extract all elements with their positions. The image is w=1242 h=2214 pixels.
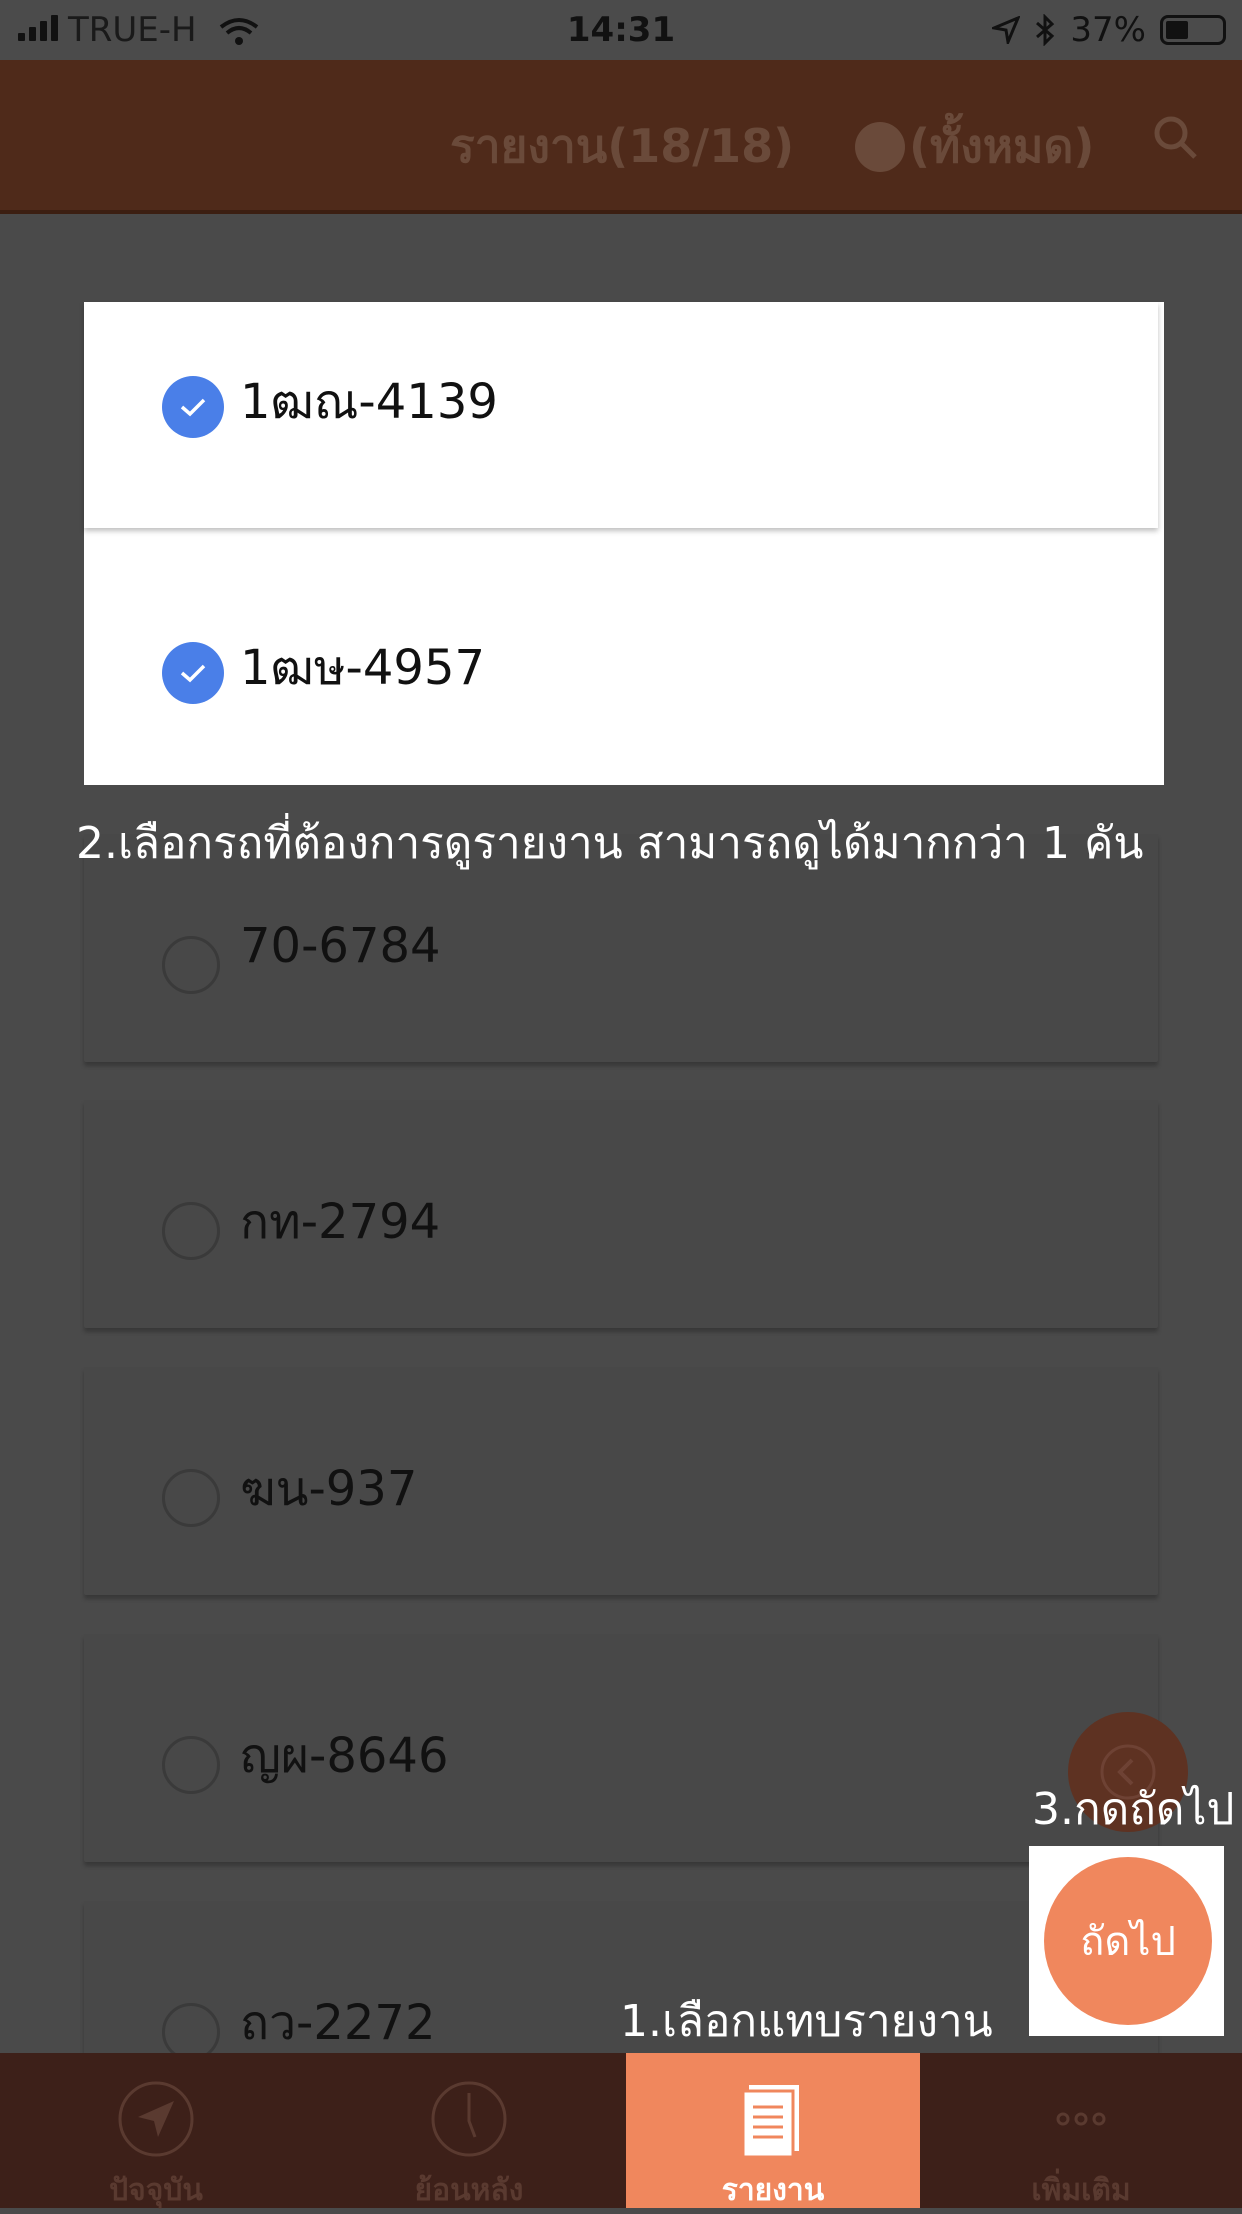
more-dots-icon	[1056, 2112, 1106, 2126]
bluetooth-icon	[1036, 14, 1055, 46]
location-icon	[992, 16, 1021, 44]
tab-label: รายงาน	[721, 2173, 825, 2208]
vehicle-card-selected[interactable]: 1ฒณ-4139	[84, 302, 1158, 528]
next-button[interactable]: ถัดไป	[1044, 1857, 1212, 2025]
tutorial-step-1: 1.เลือกแทบรายงาน	[620, 1996, 993, 2047]
tutorial-step-2: 2.เลือกรถที่ต้องการดูรายงาน สามารถดูได้ม…	[76, 818, 1144, 869]
vehicle-plate: กท-2794	[240, 1194, 441, 1250]
vehicle-plate: 1ฒณ-4139	[240, 374, 498, 430]
vehicle-card[interactable]: ฆน-937	[84, 1367, 1158, 1595]
tab-more[interactable]: เพิ่มเติม	[920, 2053, 1242, 2208]
radio-button[interactable]	[162, 1736, 220, 1794]
page-title: รายงาน(18/18)	[450, 119, 795, 173]
checked-icon[interactable]	[162, 376, 224, 438]
bottom-tab-bar: ปัจจุบัน ย้อนหลัง รายงาน เพิ่มเติม	[0, 2053, 1242, 2208]
tab-label: เพิ่มเติม	[1031, 2173, 1131, 2208]
report-document-icon	[741, 2085, 799, 2159]
navigation-arrow-icon	[118, 2081, 194, 2157]
radio-button[interactable]	[162, 936, 220, 994]
tab-label: ปัจจุบัน	[109, 2173, 203, 2208]
battery-icon	[1160, 15, 1226, 45]
vehicle-card[interactable]: กท-2794	[84, 1100, 1158, 1328]
radio-button[interactable]	[162, 1469, 220, 1527]
vehicle-plate: ถว-2272	[240, 1995, 436, 2051]
radio-button[interactable]	[162, 1202, 220, 1260]
group-icon	[855, 121, 905, 172]
tab-current[interactable]: ปัจจุบัน	[0, 2053, 312, 2208]
search-icon[interactable]	[1152, 114, 1198, 160]
status-bar: TRUE-H 14:31 37%	[0, 0, 1242, 60]
vehicle-plate: 1ฒษ-4957	[240, 640, 486, 696]
app-bar: รายงาน(18/18) (ทั้งหมด)	[0, 60, 1242, 214]
clock-icon	[431, 2081, 507, 2157]
filter-button[interactable]: (ทั้งหมด)	[855, 110, 1094, 183]
tab-history[interactable]: ย้อนหลัง	[312, 2053, 626, 2208]
battery-percent: 37%	[1070, 10, 1146, 50]
highlighted-selection: 1ฒณ-4139 1ฒษ-4957	[84, 302, 1164, 785]
vehicle-plate: 70-6784	[240, 918, 441, 974]
vehicle-plate: ญผ-8646	[240, 1728, 449, 1784]
filter-label: (ทั้งหมด)	[909, 119, 1095, 173]
tab-label: ย้อนหลัง	[414, 2173, 524, 2208]
vehicle-card-selected[interactable]: 1ฒษ-4957	[84, 564, 1158, 785]
tutorial-step-3: 3.กดถัดไป	[1032, 1784, 1235, 1835]
checked-icon[interactable]	[162, 642, 224, 704]
tab-report[interactable]: รายงาน	[626, 2053, 920, 2208]
vehicle-plate: ฆน-937	[240, 1461, 418, 1517]
vehicle-card[interactable]: ญผ-8646	[84, 1634, 1158, 1862]
